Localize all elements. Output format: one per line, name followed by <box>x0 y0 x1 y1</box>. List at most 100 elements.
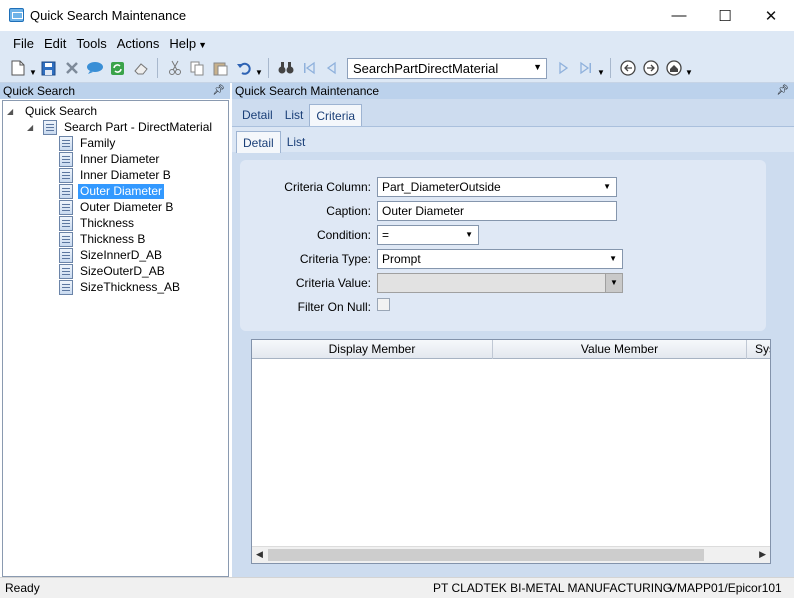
binoculars-icon[interactable] <box>274 57 297 79</box>
criteria-icon <box>59 151 73 167</box>
maximize-button[interactable]: ☐ <box>702 0 748 31</box>
company-name: PT CLADTEK BI-METAL MANUFACTURING <box>433 581 673 595</box>
home-icon[interactable] <box>662 57 685 79</box>
tree-item-label: Inner Diameter B <box>80 167 171 182</box>
chevron-down-icon: ▼ <box>198 40 208 50</box>
tree-item[interactable]: SizeInnerD_AB <box>59 247 164 263</box>
forward-icon[interactable] <box>639 57 662 79</box>
cut-icon[interactable] <box>163 57 186 79</box>
criteria-value-select[interactable]: ▼ <box>377 273 623 293</box>
undo-icon[interactable] <box>232 57 255 79</box>
criteria-icon <box>59 183 73 199</box>
pin-icon[interactable]: 📌︎ <box>776 83 789 99</box>
column-header-display-member[interactable]: Display Member <box>252 340 493 359</box>
search-node-icon <box>43 119 57 135</box>
back-icon[interactable] <box>616 57 639 79</box>
chat-icon[interactable] <box>83 57 106 79</box>
scroll-left-icon[interactable]: ◀ <box>256 549 263 560</box>
criteria-type-label: Criteria Type: <box>299 252 371 266</box>
right-panel-title: Quick Search Maintenance <box>235 84 380 98</box>
horizontal-scrollbar[interactable]: ◀ ▶ <box>252 546 770 563</box>
tree-item-selected[interactable]: Outer Diameter <box>59 183 165 199</box>
title-bar: Quick Search Maintenance — ☐ ✕ <box>0 0 794 31</box>
criteria-icon <box>59 215 73 231</box>
paste-icon[interactable] <box>209 57 232 79</box>
caption-label: Caption: <box>326 204 371 218</box>
last-record-icon[interactable] <box>574 57 597 79</box>
subtab-detail[interactable]: Detail <box>236 131 281 153</box>
filter-on-null-label: Filter On Null: <box>297 300 371 314</box>
menu-file[interactable]: File <box>8 36 39 52</box>
criteria-icon <box>59 135 73 151</box>
tab-list[interactable]: List <box>279 104 310 126</box>
main-tabs: Detail List Criteria <box>236 100 363 126</box>
pin-icon[interactable]: 📌︎ <box>212 83 225 99</box>
tree-item[interactable]: Thickness B <box>59 231 147 247</box>
chevron-down-icon[interactable]: ▼ <box>533 62 542 72</box>
filter-on-null-checkbox[interactable] <box>377 298 390 311</box>
tree-root[interactable]: ◢ Quick Search <box>7 103 99 119</box>
column-header-value-member[interactable]: Value Member <box>493 340 747 359</box>
tab-detail[interactable]: Detail <box>236 104 279 126</box>
toolbar-separator <box>610 58 611 78</box>
app-icon <box>9 8 24 22</box>
column-header-sys[interactable]: Sys <box>747 340 770 359</box>
chevron-down-icon[interactable]: ▼ <box>609 250 617 268</box>
eraser-icon[interactable] <box>129 57 152 79</box>
close-button[interactable]: ✕ <box>748 0 794 31</box>
menu-actions[interactable]: Actions <box>112 36 165 52</box>
previous-record-icon[interactable] <box>320 57 343 79</box>
chevron-down-icon[interactable]: ▼ <box>603 178 611 196</box>
menu-edit[interactable]: Edit <box>39 36 71 52</box>
tree-item[interactable]: SizeThickness_AB <box>59 279 182 295</box>
scroll-right-icon[interactable]: ▶ <box>759 549 766 560</box>
tree-view[interactable]: ◢ Quick Search ◢ Search Part - DirectMat… <box>2 100 229 577</box>
criteria-column-select[interactable]: Part_DiameterOutside ▼ <box>377 177 617 197</box>
tree-item-label: SizeThickness_AB <box>80 279 181 294</box>
subtab-list[interactable]: List <box>281 131 312 153</box>
save-icon[interactable] <box>37 57 60 79</box>
tree-item[interactable]: Inner Diameter B <box>59 167 173 183</box>
right-panel-body: Detail List Criteria Detail List Criteri… <box>232 99 794 577</box>
left-panel-title: Quick Search <box>3 84 76 98</box>
tree-search-node[interactable]: ◢ Search Part - DirectMaterial <box>27 119 214 135</box>
criteria-icon <box>59 263 73 279</box>
condition-select[interactable]: = ▼ <box>377 225 479 245</box>
first-record-icon[interactable] <box>297 57 320 79</box>
server-name: VMAPP01/Epicor101 <box>669 581 782 595</box>
chevron-down-icon[interactable]: ▼ <box>255 68 263 77</box>
tree-item[interactable]: Inner Diameter <box>59 151 161 167</box>
minimize-button[interactable]: — <box>656 0 702 31</box>
tree-item[interactable]: Thickness <box>59 215 136 231</box>
tab-criteria[interactable]: Criteria <box>309 104 363 126</box>
tree-item[interactable]: SizeOuterD_AB <box>59 263 167 279</box>
copy-icon[interactable] <box>186 57 209 79</box>
next-record-icon[interactable] <box>551 57 574 79</box>
tree-item[interactable]: Family <box>59 135 117 151</box>
collapse-icon[interactable]: ◢ <box>7 107 17 116</box>
right-panel-header: Quick Search Maintenance 📌︎ <box>232 83 794 99</box>
window-title: Quick Search Maintenance <box>30 8 187 23</box>
scrollbar-thumb[interactable] <box>268 549 704 561</box>
criteria-type-select[interactable]: Prompt ▼ <box>377 249 623 269</box>
search-selector[interactable]: SearchPartDirectMaterial ▼ <box>347 57 547 79</box>
status-text: Ready <box>5 581 40 595</box>
delete-icon[interactable] <box>60 57 83 79</box>
tree-item-label: Family <box>80 135 116 150</box>
menu-tools[interactable]: Tools <box>71 36 111 52</box>
collapse-icon[interactable]: ◢ <box>27 123 37 132</box>
chevron-down-icon[interactable]: ▼ <box>597 68 605 77</box>
chevron-down-icon[interactable]: ▼ <box>29 68 37 77</box>
tree-item[interactable]: Outer Diameter B <box>59 199 175 215</box>
criteria-icon <box>59 247 73 263</box>
chevron-down-icon[interactable]: ▼ <box>605 274 622 292</box>
menu-help[interactable]: Help ▼ <box>164 36 212 52</box>
tree-item-label: Thickness <box>80 215 135 230</box>
new-icon[interactable] <box>6 57 29 79</box>
criteria-icon <box>59 231 73 247</box>
chevron-down-icon[interactable]: ▼ <box>465 226 473 244</box>
refresh-icon[interactable] <box>106 57 129 79</box>
caption-input[interactable]: Outer Diameter <box>377 201 617 221</box>
chevron-down-icon[interactable]: ▼ <box>685 68 693 77</box>
values-grid[interactable]: Display Member Value Member Sys ◀ ▶ <box>251 339 771 564</box>
